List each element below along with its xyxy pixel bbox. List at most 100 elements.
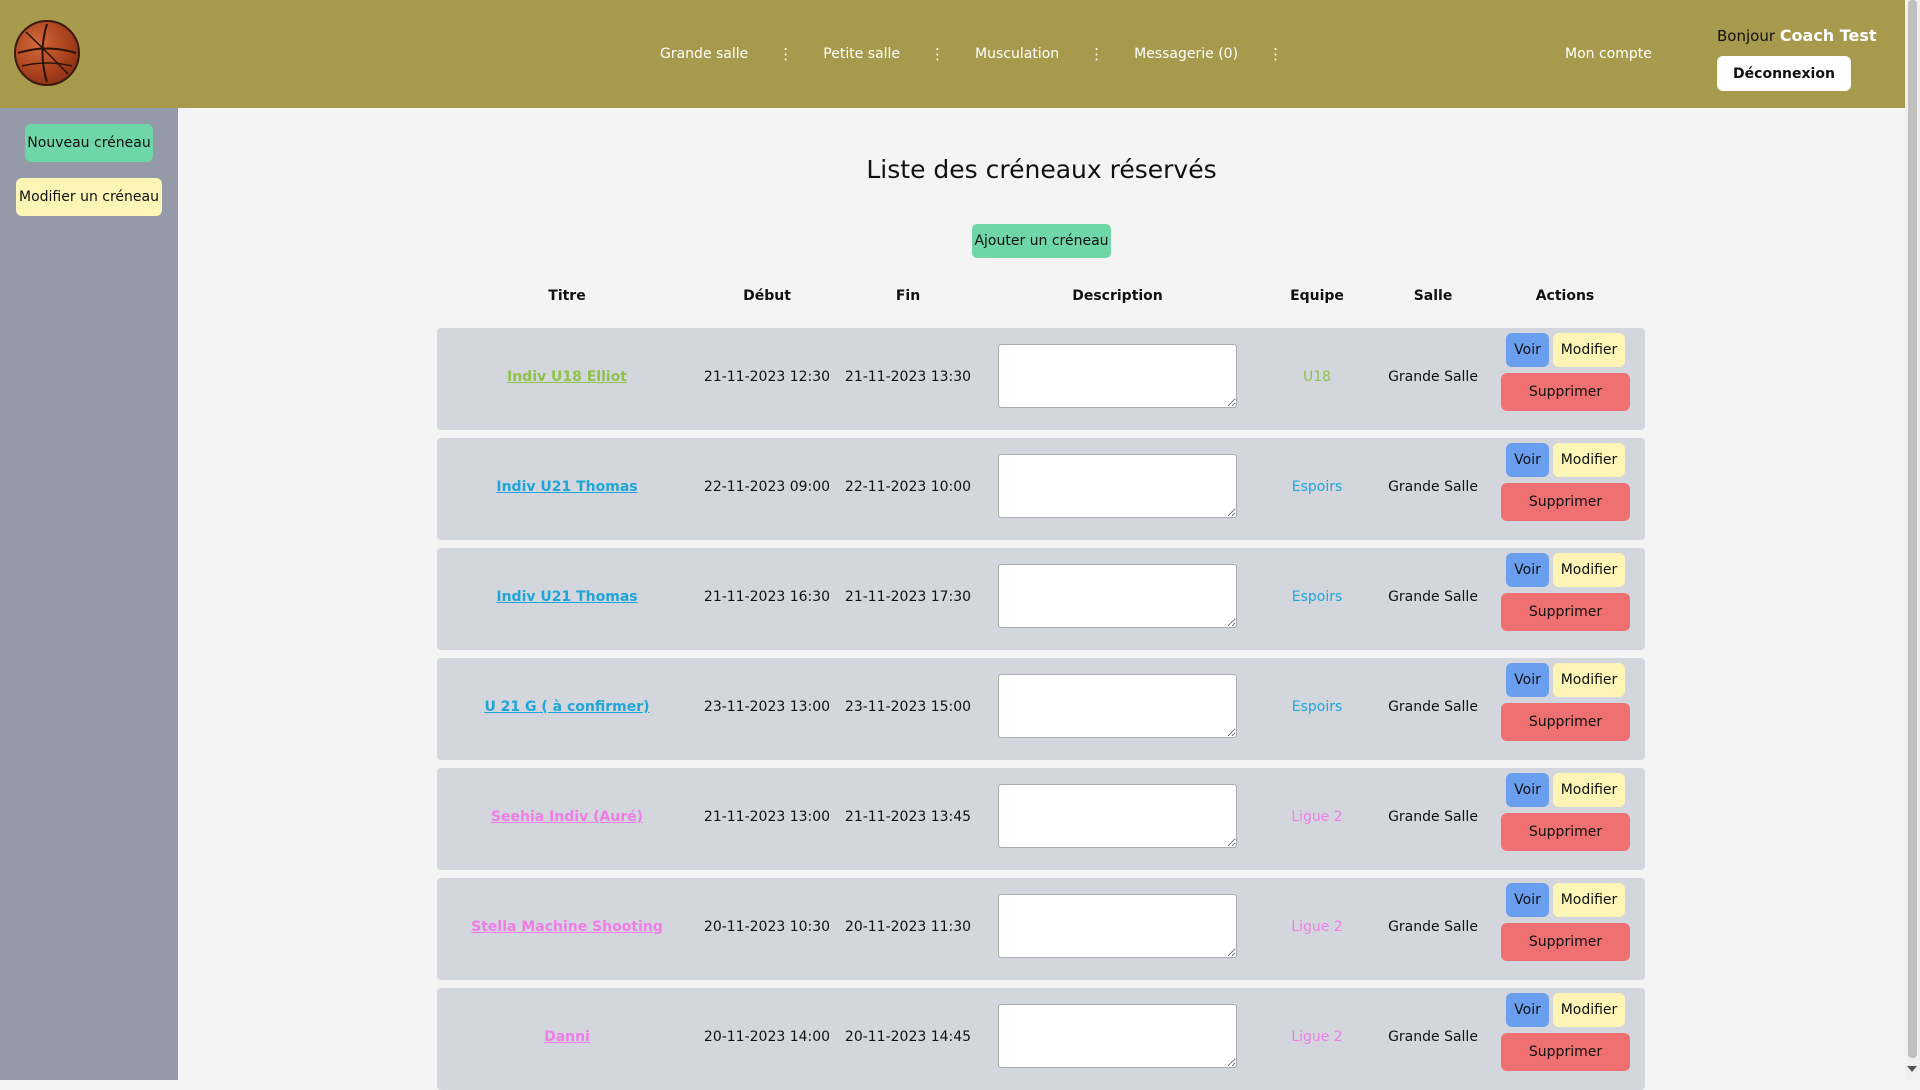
view-button[interactable]: Voir xyxy=(1506,333,1549,367)
delete-button[interactable]: Supprimer xyxy=(1501,373,1630,411)
description-field[interactable] xyxy=(998,894,1237,958)
slot-team: Espoirs xyxy=(1291,479,1343,495)
view-button[interactable]: Voir xyxy=(1506,553,1549,587)
slot-end: 20-11-2023 14:45 xyxy=(844,1029,972,1045)
nav-musculation[interactable]: Musculation xyxy=(975,46,1059,62)
description-field[interactable] xyxy=(998,784,1237,848)
description-field[interactable] xyxy=(998,674,1237,738)
edit-button[interactable]: Modifier xyxy=(1553,663,1625,697)
slot-start: 23-11-2023 13:00 xyxy=(703,699,831,715)
nav-kebab-icon[interactable]: ⋮ xyxy=(1089,45,1104,63)
slot-room: Grande Salle xyxy=(1388,809,1478,825)
scrollbar-thumb[interactable] xyxy=(1908,0,1917,1058)
slot-title-link[interactable]: Indiv U21 Thomas xyxy=(437,479,697,495)
delete-button[interactable]: Supprimer xyxy=(1501,483,1630,521)
slot-start: 21-11-2023 12:30 xyxy=(703,369,831,385)
slot-title-link[interactable]: Indiv U18 Elliot xyxy=(437,369,697,385)
view-button[interactable]: Voir xyxy=(1506,773,1549,807)
col-team: Equipe xyxy=(1290,288,1344,304)
slot-end: 21-11-2023 13:30 xyxy=(844,369,972,385)
slot-title-link[interactable]: Indiv U21 Thomas xyxy=(437,589,697,605)
page-title: Liste des créneaux réservés xyxy=(866,155,1217,184)
slot-team: U18 xyxy=(1302,369,1332,385)
description-field[interactable] xyxy=(998,344,1237,408)
view-button[interactable]: Voir xyxy=(1506,663,1549,697)
basketball-logo-icon[interactable] xyxy=(14,20,80,86)
delete-button[interactable]: Supprimer xyxy=(1501,593,1630,631)
account-link[interactable]: Mon compte xyxy=(1565,46,1652,62)
col-description: Description xyxy=(1072,288,1163,304)
slot-title-link[interactable]: Stella Machine Shooting xyxy=(437,919,697,935)
table-header: Titre Début Fin Description Equipe Salle… xyxy=(437,288,1645,308)
description-field[interactable] xyxy=(998,1004,1237,1068)
slot-room: Grande Salle xyxy=(1388,369,1478,385)
top-navbar: Grande salle ⋮ Petite salle ⋮ Musculatio… xyxy=(0,0,1905,108)
slot-start: 21-11-2023 13:00 xyxy=(703,809,831,825)
nav-kebab-icon[interactable]: ⋮ xyxy=(1268,45,1283,63)
slot-end: 21-11-2023 17:30 xyxy=(844,589,972,605)
slot-room: Grande Salle xyxy=(1388,1029,1478,1045)
slot-team: Espoirs xyxy=(1291,589,1343,605)
slot-title-link[interactable]: Seehia Indiv (Auré) xyxy=(437,809,697,825)
description-field[interactable] xyxy=(998,564,1237,628)
scroll-down-arrow-icon[interactable] xyxy=(1907,1066,1917,1072)
edit-slot-button[interactable]: Modifier un créneau xyxy=(16,178,162,216)
slot-start: 20-11-2023 10:30 xyxy=(703,919,831,935)
slot-team: Ligue 2 xyxy=(1291,1029,1343,1045)
slot-room: Grande Salle xyxy=(1388,699,1478,715)
slot-end: 23-11-2023 15:00 xyxy=(844,699,972,715)
nav-petite-salle[interactable]: Petite salle xyxy=(823,46,900,62)
table-row: Indiv U21 Thomas 22-11-2023 09:00 22-11-20… xyxy=(437,438,1645,540)
slot-room: Grande Salle xyxy=(1388,479,1478,495)
slot-title-link[interactable]: Danni xyxy=(437,1029,697,1045)
delete-button[interactable]: Supprimer xyxy=(1501,813,1630,851)
sidebar: Nouveau créneau Modifier un créneau xyxy=(0,108,178,1080)
edit-button[interactable]: Modifier xyxy=(1553,553,1625,587)
slot-room: Grande Salle xyxy=(1388,919,1478,935)
new-slot-button[interactable]: Nouveau créneau xyxy=(25,124,153,162)
nav-kebab-icon[interactable]: ⋮ xyxy=(778,45,793,63)
table-row: U 21 G ( à confirmer) 23-11-2023 13:00 23-… xyxy=(437,658,1645,760)
slot-title-link[interactable]: U 21 G ( à confirmer) xyxy=(437,699,697,715)
table-row: Indiv U21 Thomas 21-11-2023 16:30 21-11-20… xyxy=(437,548,1645,650)
col-start: Début xyxy=(743,288,791,304)
delete-button[interactable]: Supprimer xyxy=(1501,1033,1630,1071)
table-row: Stella Machine Shooting 20-11-2023 10:30 2… xyxy=(437,878,1645,980)
greeting-prefix: Bonjour xyxy=(1717,27,1775,45)
slot-end: 20-11-2023 11:30 xyxy=(844,919,972,935)
delete-button[interactable]: Supprimer xyxy=(1501,923,1630,961)
col-actions: Actions xyxy=(1535,288,1595,304)
table-row: Danni 20-11-2023 14:00 20-11-2023 14:45 Lig… xyxy=(437,988,1645,1090)
slot-room: Grande Salle xyxy=(1388,589,1478,605)
slot-start: 21-11-2023 16:30 xyxy=(703,589,831,605)
edit-button[interactable]: Modifier xyxy=(1553,993,1625,1027)
edit-button[interactable]: Modifier xyxy=(1553,883,1625,917)
logout-button[interactable]: Déconnexion xyxy=(1717,56,1851,91)
slot-end: 22-11-2023 10:00 xyxy=(844,479,972,495)
main-nav: Grande salle ⋮ Petite salle ⋮ Musculatio… xyxy=(660,0,1313,108)
edit-button[interactable]: Modifier xyxy=(1553,333,1625,367)
edit-button[interactable]: Modifier xyxy=(1553,443,1625,477)
slot-team: Espoirs xyxy=(1291,699,1343,715)
edit-button[interactable]: Modifier xyxy=(1553,773,1625,807)
slot-team: Ligue 2 xyxy=(1291,809,1343,825)
nav-grande-salle[interactable]: Grande salle xyxy=(660,46,748,62)
add-slot-button[interactable]: Ajouter un créneau xyxy=(972,224,1111,258)
table-row: Seehia Indiv (Auré) 21-11-2023 13:00 21-11… xyxy=(437,768,1645,870)
col-end: Fin xyxy=(895,288,921,304)
slot-start: 22-11-2023 09:00 xyxy=(703,479,831,495)
view-button[interactable]: Voir xyxy=(1506,993,1549,1027)
user-name: Coach Test xyxy=(1779,26,1877,45)
slot-team: Ligue 2 xyxy=(1291,919,1343,935)
slot-end: 21-11-2023 13:45 xyxy=(844,809,972,825)
nav-messagerie[interactable]: Messagerie (0) xyxy=(1134,46,1238,62)
description-field[interactable] xyxy=(998,454,1237,518)
view-button[interactable]: Voir xyxy=(1506,883,1549,917)
user-greeting: Bonjour Coach Test xyxy=(1717,26,1877,45)
delete-button[interactable]: Supprimer xyxy=(1501,703,1630,741)
table-row: Indiv U18 Elliot 21-11-2023 12:30 21-11-20… xyxy=(437,328,1645,430)
view-button[interactable]: Voir xyxy=(1506,443,1549,477)
nav-kebab-icon[interactable]: ⋮ xyxy=(930,45,945,63)
slot-start: 20-11-2023 14:00 xyxy=(703,1029,831,1045)
col-title: Titre xyxy=(548,288,586,304)
